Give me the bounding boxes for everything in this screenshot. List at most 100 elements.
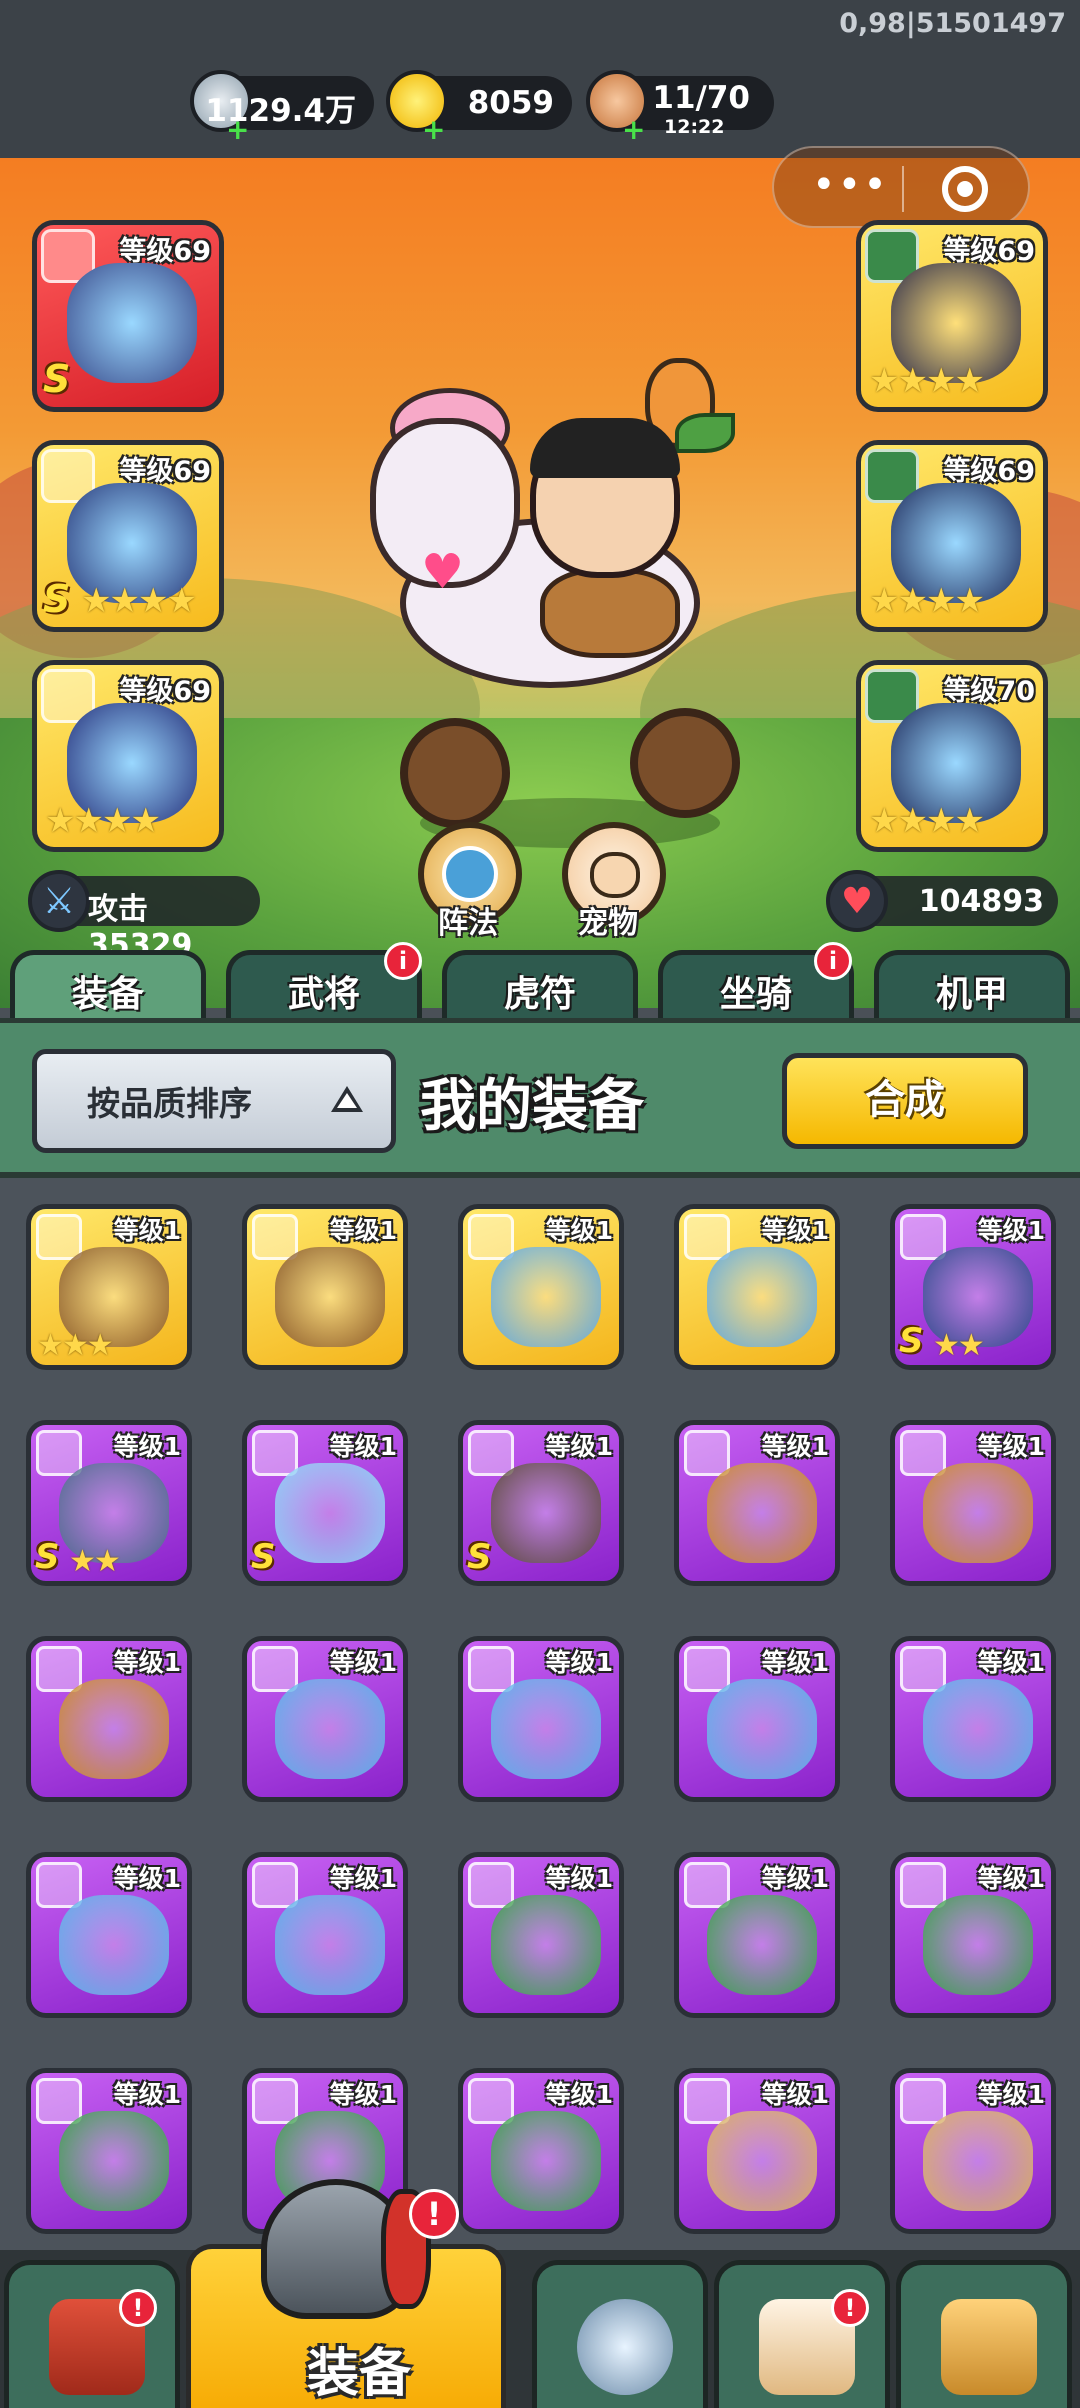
star-rating: ★★★★	[869, 581, 985, 621]
equipment-type-icon	[900, 1646, 946, 1692]
equipment-level: 等级1	[761, 1216, 829, 1245]
equip-slot-boots[interactable]: 等级69 ★★★★	[856, 440, 1048, 632]
equipment-type-icon	[468, 1646, 514, 1692]
equipment-type-icon	[468, 1214, 514, 1260]
equipment-item[interactable]: 等级1	[674, 1852, 840, 2018]
equipment-item[interactable]: 等级1 S	[242, 1420, 408, 1586]
equipment-level: 等级1	[329, 1432, 397, 1461]
wheel-icon	[630, 708, 740, 818]
star-rating: ★★	[69, 1544, 121, 1579]
equipment-item-icon	[491, 1895, 601, 1995]
nav-equipment-badge: !	[409, 2189, 459, 2239]
equipment-item[interactable]: 等级1	[242, 1852, 408, 2018]
equipment-item-icon	[707, 1679, 817, 1779]
equip-slot-armor[interactable]: 等级69 ★★★★	[856, 220, 1048, 412]
tab-mount-badge: i	[814, 942, 852, 980]
silver-resource[interactable]: + 1129.4万	[190, 70, 374, 144]
equipment-item[interactable]: 等级1	[458, 2068, 624, 2234]
heart-icon: ♥	[826, 870, 888, 932]
hero-scene: ♥ ••• 等级69 S 等级69 S ★★★★ 等级69 ★★★★ 等级69 …	[0, 146, 1080, 1008]
equipment-type-icon	[36, 1862, 82, 1908]
equipment-type-icon	[684, 1430, 730, 1476]
grade-label: S	[43, 357, 71, 401]
equipment-item[interactable]: 等级1	[674, 1420, 840, 1586]
equipment-type-icon	[900, 1214, 946, 1260]
equipment-item-icon	[59, 2111, 169, 2211]
nav-equipment[interactable]: ! 装备	[186, 2179, 506, 2408]
crossbow-icon	[67, 263, 197, 383]
equipment-level: 等级1	[545, 1216, 613, 1245]
equipment-item[interactable]: 等级1	[890, 1636, 1056, 1802]
equipment-type-icon	[36, 1214, 82, 1260]
star-rating: ★★★★	[869, 361, 985, 401]
equipment-level: 等级1	[977, 1864, 1045, 1893]
game-screen: 0,98|51501497 + 1129.4万 + 8059 + 11/70 1…	[0, 0, 1080, 2408]
equipment-item[interactable]: 等级1	[674, 2068, 840, 2234]
nav-horn[interactable]: !	[714, 2260, 890, 2408]
gold-resource[interactable]: + 8059	[386, 70, 572, 144]
equipment-type-icon	[900, 2078, 946, 2124]
equipment-item[interactable]: 等级1	[674, 1636, 840, 1802]
nav-battle[interactable]	[532, 2260, 708, 2408]
formation-label: 阵法	[438, 906, 498, 941]
equipment-item[interactable]: 等级1	[890, 1852, 1056, 2018]
equipment-item[interactable]: 等级1 S	[458, 1420, 624, 1586]
star-rating: ★★★★	[869, 801, 985, 841]
equip-slot-amulet[interactable]: 等级69 S ★★★★	[32, 440, 224, 632]
nav-equipment-label: 装备	[307, 2344, 412, 2404]
stamina-resource[interactable]: + 11/70 12:22	[586, 70, 774, 144]
formation-icon	[442, 846, 498, 902]
equipment-panel-header: 按品质排序 我的装备 合成	[0, 1018, 1080, 1178]
target-close-icon[interactable]	[942, 166, 988, 212]
equipment-item[interactable]: 等级1	[890, 1420, 1056, 1586]
equipment-item-icon	[923, 1463, 1033, 1563]
equipment-type-icon	[684, 1214, 730, 1260]
equipment-item-icon	[59, 1895, 169, 1995]
equipment-item[interactable]: 等级1 S ★★	[26, 1420, 192, 1586]
equipment-level: 等级1	[545, 1432, 613, 1461]
equip-slot-weapon[interactable]: 等级69 S	[32, 220, 224, 412]
equipment-item-icon	[275, 1895, 385, 1995]
equipment-type-icon	[252, 1862, 298, 1908]
equipment-item[interactable]: 等级1	[458, 1204, 624, 1370]
stamina-timer: 12:22	[664, 116, 725, 138]
star-rating: ★★★	[37, 1328, 114, 1363]
equipment-item-icon	[59, 1679, 169, 1779]
equipment-item-icon	[491, 1247, 601, 1347]
bottom-navigation: ! ! 装备 !	[0, 2179, 1080, 2408]
grade-label: S	[467, 1537, 492, 1577]
nav-upgrade[interactable]	[896, 2260, 1072, 2408]
tab-generals-badge: i	[384, 942, 422, 980]
heart-icon: ♥	[421, 544, 465, 600]
equipment-item[interactable]: 等级1	[26, 2068, 192, 2234]
equipment-type-icon	[900, 1430, 946, 1476]
equipment-item[interactable]: 等级1 ★★★	[26, 1204, 192, 1370]
equipment-type-icon	[36, 1646, 82, 1692]
equipment-type-icon	[468, 1862, 514, 1908]
star-rating: ★★★★	[81, 581, 197, 621]
equipment-level: 等级1	[113, 2080, 181, 2109]
equip-slot-helmet[interactable]: 等级69 ★★★★	[32, 660, 224, 852]
combine-button[interactable]: 合成	[782, 1053, 1028, 1149]
equipment-item[interactable]: 等级1	[26, 1852, 192, 2018]
equip-slot-shield[interactable]: 等级70 ★★★★	[856, 660, 1048, 852]
equipment-item[interactable]: 等级1	[674, 1204, 840, 1370]
grade-label: S	[43, 577, 71, 621]
equipment-item[interactable]: 等级1	[242, 1204, 408, 1370]
equipment-item[interactable]: 等级1	[242, 1636, 408, 1802]
equipment-item[interactable]: 等级1 S ★★	[890, 1204, 1056, 1370]
add-gold-icon[interactable]: +	[422, 116, 445, 144]
equipment-item[interactable]: 等级1	[26, 1636, 192, 1802]
hero-character[interactable]: ♥	[370, 358, 760, 878]
add-stamina-icon[interactable]: +	[622, 116, 645, 144]
equipment-item-icon	[491, 1679, 601, 1779]
sort-dropdown[interactable]: 按品质排序	[32, 1049, 396, 1153]
nav-gate[interactable]: !	[4, 2260, 180, 2408]
equipment-item[interactable]: 等级1	[890, 2068, 1056, 2234]
more-dots-icon[interactable]: •••	[812, 165, 889, 205]
equipment-item[interactable]: 等级1	[458, 1636, 624, 1802]
grade-label: S	[35, 1537, 60, 1577]
equipment-item[interactable]: 等级1	[458, 1852, 624, 2018]
equipment-level: 等级1	[329, 1648, 397, 1677]
equipment-level: 等级1	[761, 1648, 829, 1677]
